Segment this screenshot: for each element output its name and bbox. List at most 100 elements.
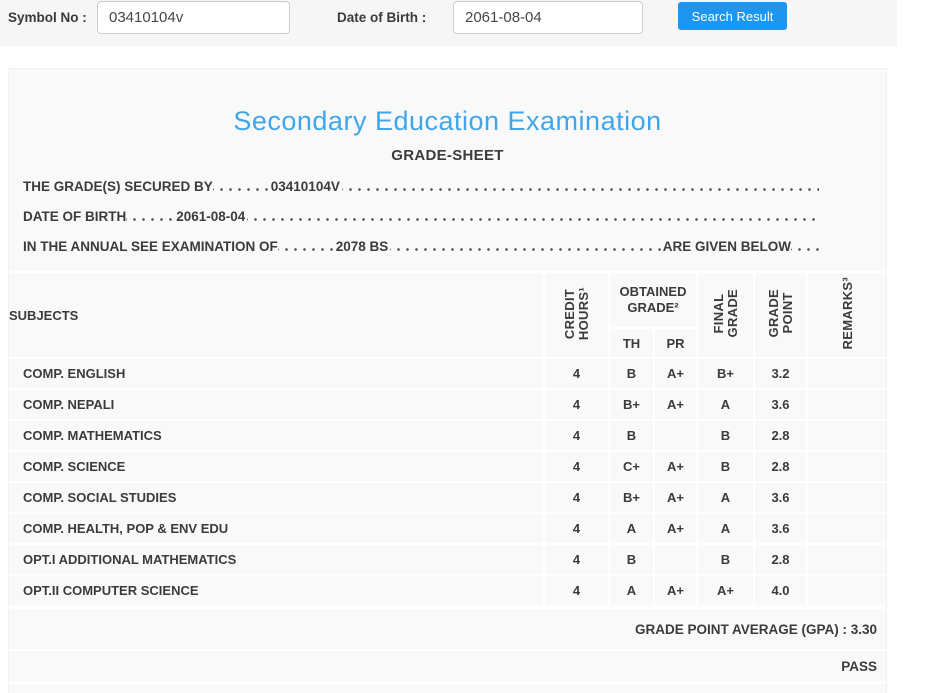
statement-examination-year: IN THE ANNUAL SEE EXAMINATION OF 2078 BS… [23,231,819,261]
cell-remarks [806,574,886,607]
cell-pr [653,543,698,576]
cell-remarks [806,543,886,576]
dot-leader [212,185,269,194]
cell-final_grade: A [696,481,755,514]
cell-grade_point: 3.6 [753,512,808,545]
search-result-button[interactable]: Search Result [678,2,787,30]
cell-remarks [806,357,886,390]
dob-value: 2061-08-04 [176,208,246,224]
cell-th: B [608,543,655,576]
cell-remarks [806,419,886,452]
grade-rows: COMP. ENGLISH 4 B A+ B+ 3.2 COMP. NEPALI 4 B+ A+ A… [9,357,886,607]
column-header-grade-point: GRADE POINT [753,271,808,359]
table-row: COMP. SOCIAL STUDIES 4 B+ A+ A 3.6 [9,481,886,514]
column-header-obtained-grade: OBTAINED GRADE² [608,271,698,329]
cell-final_grade: B [696,543,755,576]
cell-credit_hours: 4 [543,450,610,483]
dot-leader [277,245,334,254]
cell-final_grade: B [696,450,755,483]
table-row: COMP. ENGLISH 4 B A+ B+ 3.2 [9,357,886,390]
cell-pr: A+ [653,481,698,514]
cell-final_grade: A [696,512,755,545]
section-divider [9,681,886,684]
cell-grade_point: 3.6 [753,481,808,514]
credit-hours-label: CREDIT HOURS¹ [561,286,591,341]
grade-table: SUBJECTS CREDIT HOURS¹ OBTAINED GRADE² F… [9,271,886,607]
table-row: OPT.II COMPUTER SCIENCE 4 A A+ A+ 4.0 [9,574,886,607]
column-header-th: TH [609,327,655,359]
column-header-remarks: REMARKS³ [806,271,886,359]
dot-leader [247,215,819,224]
page-title: Secondary Education Examination [233,106,662,136]
table-row: COMP. HEALTH, POP & ENV EDU 4 A A+ A 3.6 [9,512,886,545]
cell-credit_hours: 4 [543,574,610,607]
cell-pr: A+ [653,512,698,545]
cell-grade_point: 3.6 [753,388,808,421]
cell-remarks [806,481,886,514]
cell-credit_hours: 4 [543,419,610,452]
cell-grade_point: 2.8 [753,543,808,576]
cell-subject: COMP. HEALTH, POP & ENV EDU [9,512,545,545]
statement-lines: THE GRADE(S) SECURED BY 03410104V DATE O… [23,171,819,261]
secured-by-label: THE GRADE(S) SECURED BY [23,178,213,194]
cell-pr: A+ [653,388,698,421]
symbol-no-input[interactable] [97,1,290,34]
cell-th: C+ [608,450,655,483]
dob-statement-label: DATE OF BIRTH [23,208,127,224]
column-header-subjects: SUBJECTS [9,271,545,359]
examination-label: IN THE ANNUAL SEE EXAMINATION OF [23,238,278,254]
cell-remarks [806,388,886,421]
cell-grade_point: 4.0 [753,574,808,607]
cell-remarks [806,512,886,545]
remarks-label: REMARKS³ [840,277,855,350]
statement-date-of-birth: DATE OF BIRTH 2061-08-04 [23,201,819,231]
statement-secured-by: THE GRADE(S) SECURED BY 03410104V [23,171,819,201]
cell-credit_hours: 4 [543,543,610,576]
cell-credit_hours: 4 [543,481,610,514]
cell-pr [653,419,698,452]
search-bar: Symbol No : Date of Birth : Search Resul… [0,0,897,46]
cell-subject: COMP. SCIENCE [9,450,545,483]
cell-grade_point: 2.8 [753,419,808,452]
gpa-summary-row: GRADE POINT AVERAGE (GPA) : 3.30 [9,607,886,649]
grade-point-label: GRADE POINT [765,289,795,338]
result-status-row: PASS [9,649,886,681]
examination-year-value: 2078 BS [335,238,389,254]
cell-th: A [608,512,655,545]
final-grade-label: FINAL GRADE [710,289,740,338]
are-given-below-label: ARE GIVEN BELOW [662,238,791,254]
cell-final_grade: A [696,388,755,421]
table-row: OPT.I ADDITIONAL MATHEMATICS 4 B B 2.8 [9,543,886,576]
cell-final_grade: B [696,419,755,452]
cell-credit_hours: 4 [543,388,610,421]
cell-final_grade: A+ [696,574,755,607]
cell-th: B+ [608,388,655,421]
gradesheet-card: Secondary Education Examination GRADE-SH… [8,68,887,693]
dot-leader [390,245,663,254]
table-row: COMP. NEPALI 4 B+ A+ A 3.6 [9,388,886,421]
date-of-birth-input[interactable] [453,1,643,34]
symbol-no-label: Symbol No : [8,10,87,25]
table-row: COMP. MATHEMATICS 4 B B 2.8 [9,419,886,452]
cell-grade_point: 3.2 [753,357,808,390]
cell-credit_hours: 4 [543,512,610,545]
cell-remarks [806,450,886,483]
cell-pr: A+ [653,574,698,607]
cell-th: B+ [608,481,655,514]
symbol-no-value: 03410104V [270,178,340,194]
cell-credit_hours: 4 [543,357,610,390]
cell-pr: A+ [653,450,698,483]
cell-th: A [608,574,655,607]
cell-subject: COMP. NEPALI [9,388,545,421]
cell-pr: A+ [653,357,698,390]
date-of-birth-label: Date of Birth : [337,10,427,25]
cell-subject: OPT.II COMPUTER SCIENCE [9,574,545,607]
gradesheet-subtitle: GRADE-SHEET [391,147,504,164]
dot-leader [126,215,175,224]
table-header-row: SUBJECTS CREDIT HOURS¹ OBTAINED GRADE² F… [9,271,886,359]
cell-th: B [608,419,655,452]
cell-subject: OPT.I ADDITIONAL MATHEMATICS [9,543,545,576]
column-header-credit-hours: CREDIT HOURS¹ [543,271,610,359]
cell-th: B [608,357,655,390]
cell-grade_point: 2.8 [753,450,808,483]
